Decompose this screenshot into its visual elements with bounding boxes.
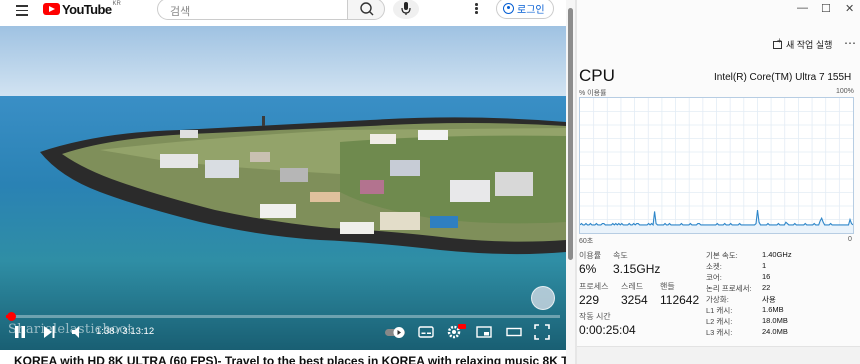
- info-label: 논리 프로세서:: [706, 284, 752, 293]
- info-value: 24.0MB: [762, 327, 788, 336]
- info-label: L2 캐시:: [706, 317, 733, 326]
- info-label: 기본 속도:: [706, 251, 738, 260]
- search-placeholder: 검색: [170, 6, 191, 18]
- video-sky: [0, 26, 566, 98]
- volume-icon[interactable]: [70, 325, 86, 339]
- search-button[interactable]: [347, 0, 385, 20]
- login-label: 로그인: [517, 5, 545, 16]
- run-new-task-label: 새 작업 실행: [786, 40, 833, 50]
- total-time: 3:13:12: [122, 326, 155, 337]
- info-value: 18.0MB: [762, 316, 788, 325]
- info-value: 1: [762, 261, 767, 270]
- speed-value: 3.15GHz: [613, 262, 661, 276]
- youtube-play-logo-icon: [43, 3, 60, 15]
- processes-label: 프로세스: [579, 282, 609, 291]
- channel-watermark-icon[interactable]: [531, 286, 555, 310]
- utilization-label: 이용률: [579, 251, 602, 260]
- threads-label: 스레드: [621, 282, 644, 291]
- run-new-task-button[interactable]: 새 작업 실행: [773, 36, 833, 51]
- subtitles-icon[interactable]: [418, 325, 434, 339]
- handles-value: 112642: [660, 293, 700, 307]
- youtube-region-label: KR: [112, 1, 121, 7]
- video-player[interactable]: [0, 26, 566, 350]
- info-value: 1.40GHz: [762, 250, 792, 259]
- info-label: 가상화:: [706, 295, 729, 304]
- video-title[interactable]: KOREA with HD 8K ULTRA (60 FPS)- Travel …: [14, 354, 566, 364]
- info-value: 22: [762, 283, 771, 292]
- next-video-icon[interactable]: [42, 325, 56, 339]
- maximize-button[interactable]: ☐: [821, 2, 831, 15]
- speed-label: 속도: [613, 251, 628, 260]
- hamburger-menu-icon[interactable]: [16, 5, 28, 16]
- task-manager-footer: [577, 346, 860, 364]
- search-input[interactable]: 검색: [157, 0, 347, 20]
- info-label: 코어:: [706, 273, 722, 282]
- graph-x-left-label: 60초: [579, 238, 594, 245]
- cpu-utilization-graph: [579, 97, 854, 234]
- microphone-icon: [401, 2, 411, 15]
- autoplay-toggle-icon[interactable]: [384, 325, 408, 339]
- progress-scrub-handle[interactable]: [6, 312, 16, 321]
- theater-mode-icon[interactable]: [506, 325, 522, 339]
- cpu-model: Intel(R) Core(TM) Ultra 7 155H: [714, 72, 852, 83]
- info-value: 1.6MB: [762, 305, 784, 314]
- scrollbar-thumb[interactable]: [568, 8, 573, 260]
- minimize-button[interactable]: —: [797, 2, 808, 14]
- info-label: L1 캐시:: [706, 306, 733, 315]
- youtube-logo-text: YouTube: [62, 1, 112, 17]
- more-options-icon[interactable]: ⋯: [844, 36, 857, 50]
- processes-value: 229: [579, 293, 600, 307]
- settings-gear-icon[interactable]: [446, 323, 466, 339]
- search-icon: [360, 2, 374, 16]
- settings-kebab-icon[interactable]: [475, 3, 479, 15]
- handles-label: 핸들: [660, 282, 675, 291]
- utilization-value: 6%: [579, 262, 597, 276]
- uptime-value: 0:00:25:04: [579, 323, 636, 337]
- video-time-display: 1:38 / 3:13:12: [96, 326, 154, 337]
- close-button[interactable]: ✕: [845, 2, 854, 15]
- page-scrollbar[interactable]: [566, 0, 575, 364]
- youtube-header: YouTube KR 검색 로그인: [0, 0, 566, 26]
- video-progress-bar[interactable]: [6, 312, 560, 321]
- graph-x-right-label: 0: [848, 236, 852, 243]
- info-value: 16: [762, 272, 771, 281]
- cpu-graph-canvas: [580, 98, 853, 233]
- info-value: 사용: [762, 295, 776, 304]
- account-icon: [503, 3, 514, 14]
- pause-icon[interactable]: [12, 325, 28, 339]
- video-coastline-scene: [40, 116, 566, 255]
- miniplayer-icon[interactable]: [476, 325, 492, 339]
- video-title-bar: KOREA with HD 8K ULTRA (60 FPS)- Travel …: [0, 350, 566, 364]
- info-label: L3 캐시:: [706, 328, 733, 337]
- login-button[interactable]: 로그인: [496, 0, 554, 19]
- voice-search-button[interactable]: [393, 0, 419, 19]
- uptime-label: 작동 시간: [579, 312, 611, 321]
- info-label: 소켓:: [706, 262, 722, 271]
- youtube-logo[interactable]: YouTube KR: [43, 1, 121, 17]
- youtube-window: YouTube KR 검색 로그인 Sharielelastichoot 1:3…: [0, 0, 566, 364]
- new-task-icon: [773, 36, 782, 49]
- threads-value: 3254: [621, 293, 648, 307]
- cpu-title: CPU: [579, 66, 615, 85]
- task-manager-window: — ☐ ✕ 새 작업 실행 ⋯ CPU Intel(R) Core(TM) Ul…: [577, 0, 860, 364]
- fullscreen-icon[interactable]: [534, 324, 550, 340]
- graph-y-max-label: 100%: [836, 88, 854, 95]
- current-time: 1:38: [96, 326, 115, 337]
